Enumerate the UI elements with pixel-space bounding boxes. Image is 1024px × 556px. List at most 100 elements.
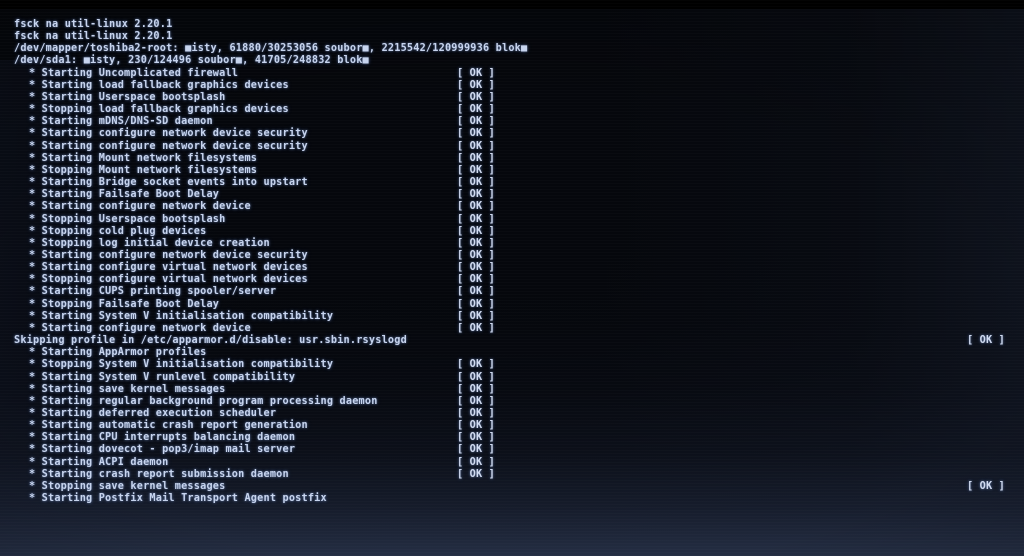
status-badge: [ OK ] <box>457 152 496 164</box>
console-line: * Stopping save kernel messages [ OK ] <box>14 481 1016 493</box>
console-line-text: * Starting System V runlevel compatibili… <box>29 371 296 383</box>
console-line-text: * Stopping cold plug devices <box>29 225 207 237</box>
console-line: * Starting dovecot - pop3/imap mail serv… <box>14 444 1016 456</box>
console-line-text: * Starting configure network device secu… <box>29 128 308 140</box>
console-line-text: * Stopping log initial device creation <box>29 237 270 249</box>
console-line: /dev/sda1: ■isty, 230/124496 soubor■, 41… <box>14 55 1016 67</box>
status-badge: [ OK ] <box>457 104 496 116</box>
console-line: * Starting crash report submission daemo… <box>14 469 1016 481</box>
console-line: * Starting AppArmor profiles <box>14 347 1016 359</box>
status-badge: [ OK ] <box>457 310 496 322</box>
console-line-text: * Starting AppArmor profiles <box>29 347 207 359</box>
status-badge: [ OK ] <box>457 91 496 103</box>
status-badge: [ OK ] <box>457 249 496 261</box>
console-line-text: * Starting mDNS/DNS-SD daemon <box>29 116 213 128</box>
console-line: * Starting Userspace bootsplash [ OK ] <box>14 92 1016 104</box>
console-line-text: /dev/sda1: ■isty, 230/124496 soubor■, 41… <box>14 55 369 67</box>
status-badge: [ OK ] <box>457 116 496 128</box>
status-badge: [ OK ] <box>457 67 496 79</box>
console-line: * Starting configure network device secu… <box>14 250 1016 262</box>
console-line-text: Skipping profile in /etc/apparmor.d/disa… <box>14 335 407 347</box>
status-badge: [ OK ] <box>457 359 496 371</box>
console-line-text: * Stopping save kernel messages <box>29 480 226 492</box>
status-badge: [ OK ] <box>457 420 496 432</box>
console-line: * Starting CPU interrupts balancing daem… <box>14 432 1016 444</box>
console-line: fsck na util-linux 2.20.1 <box>14 19 1016 31</box>
console-line-text: * Stopping load fallback graphics device… <box>29 104 289 116</box>
console-line-text: * Starting Mount network filesystems <box>29 152 258 164</box>
console-line: * Starting Mount network filesystems [ OK… <box>14 153 1016 165</box>
status-badge: [ OK ] <box>457 201 496 213</box>
console-line: * Starting CUPS printing spooler/server [… <box>14 286 1016 298</box>
console-line: * Stopping Userspace bootsplash [ OK ] <box>14 214 1016 226</box>
status-badge: [ OK ] <box>457 237 496 249</box>
status-badge: [ OK ] <box>457 371 496 383</box>
console-line: * Starting deferred execution scheduler [… <box>14 408 1016 420</box>
console-line: * Starting Bridge socket events into ups… <box>14 177 1016 189</box>
console-line: * Stopping load fallback graphics device… <box>14 104 1016 116</box>
boot-console-screen: fsck na util-linux 2.20.1 fsck na util-li… <box>0 0 1024 556</box>
console-line: fsck na util-linux 2.20.1 <box>14 31 1016 43</box>
status-badge: [ OK ] <box>457 286 496 298</box>
console-line: * Starting System V runlevel compatibili… <box>14 372 1016 384</box>
console-line: * Stopping Failsafe Boot Delay [ OK ] <box>14 299 1016 311</box>
console-line: * Starting configure network device [ OK … <box>14 323 1016 335</box>
console-line-text: * Starting Postfix Mail Transport Agent … <box>29 493 327 505</box>
console-line: * Starting regular background program pr… <box>14 396 1016 408</box>
console-line: * Stopping cold plug devices [ OK ] <box>14 226 1016 238</box>
status-badge: [ OK ] <box>457 456 496 468</box>
console-line-text: * Starting CUPS printing spooler/server <box>29 286 277 298</box>
console-line-text: * Stopping System V initialisation compa… <box>29 359 334 371</box>
status-badge: [ OK ] <box>457 140 496 152</box>
console-line: * Starting configure virtual network dev… <box>14 262 1016 274</box>
console-line-text: * Starting dovecot - pop3/imap mail serv… <box>29 444 296 456</box>
console-line: * Starting configure network device secu… <box>14 128 1016 140</box>
console-line: * Stopping configure virtual network dev… <box>14 274 1016 286</box>
console-line-text: * Stopping Failsafe Boot Delay <box>29 298 220 310</box>
console-line: * Starting Postfix Mail Transport Agent … <box>14 493 1016 505</box>
console-line-text: * Starting save kernel messages <box>29 383 226 395</box>
console-output: fsck na util-linux 2.20.1 fsck na util-li… <box>14 19 1016 505</box>
console-line-text: * Starting automatic crash report genera… <box>29 420 308 432</box>
status-badge: [ OK ] <box>457 274 496 286</box>
console-line: /dev/mapper/toshiba2-root: ■isty, 61880/… <box>14 43 1016 55</box>
console-line-text: /dev/mapper/toshiba2-root: ■isty, 61880/… <box>14 43 528 55</box>
status-badge: [ OK ] <box>457 468 496 480</box>
console-line-text: * Starting configure network device <box>29 201 251 213</box>
console-line: * Starting mDNS/DNS-SD daemon [ OK ] <box>14 116 1016 128</box>
console-line-text: * Starting crash report submission daemo… <box>29 468 289 480</box>
console-line-text: * Starting ACPI daemon <box>29 456 169 468</box>
status-badge: [ OK ] <box>967 480 1006 492</box>
console-line-text: * Stopping Mount network filesystems <box>29 164 258 176</box>
console-line: * Starting Failsafe Boot Delay [ OK ] <box>14 189 1016 201</box>
console-line-text: * Starting configure network device secu… <box>29 249 308 261</box>
status-badge: [ OK ] <box>457 322 496 334</box>
console-line-text: * Stopping configure virtual network dev… <box>29 274 308 286</box>
console-line-text: fsck na util-linux 2.20.1 <box>14 31 173 43</box>
console-line-text: * Stopping Userspace bootsplash <box>29 213 226 225</box>
console-line-text: * Starting regular background program pr… <box>29 395 378 407</box>
status-badge: [ OK ] <box>457 432 496 444</box>
console-line: * Starting ACPI daemon [ OK ] <box>14 457 1016 469</box>
status-badge: [ OK ] <box>457 444 496 456</box>
console-line: * Starting Uncomplicated firewall [ OK ] <box>14 68 1016 80</box>
status-badge: [ OK ] <box>457 395 496 407</box>
console-line-text: * Starting Failsafe Boot Delay <box>29 189 220 201</box>
console-line: * Starting automatic crash report genera… <box>14 420 1016 432</box>
console-line-text: * Starting configure virtual network dev… <box>29 262 308 274</box>
console-line-text: * Starting configure network device <box>29 322 251 334</box>
console-line-text: * Starting configure network device secu… <box>29 140 308 152</box>
console-line: Skipping profile in /etc/apparmor.d/disa… <box>14 335 1016 347</box>
status-badge: [ OK ] <box>457 189 496 201</box>
console-line-text: * Starting CPU interrupts balancing daem… <box>29 432 296 444</box>
status-badge: [ OK ] <box>457 225 496 237</box>
status-badge: [ OK ] <box>457 262 496 274</box>
console-line-text: * Starting Bridge socket events into ups… <box>29 177 308 189</box>
console-line-text: * Starting Userspace bootsplash <box>29 91 226 103</box>
status-badge: [ OK ] <box>457 298 496 310</box>
status-badge: [ OK ] <box>457 383 496 395</box>
console-line-text: * Starting load fallback graphics device… <box>29 79 289 91</box>
status-badge: [ OK ] <box>457 79 496 91</box>
screen-top-bezel <box>0 0 1024 9</box>
console-line: * Stopping Mount network filesystems [ OK… <box>14 165 1016 177</box>
